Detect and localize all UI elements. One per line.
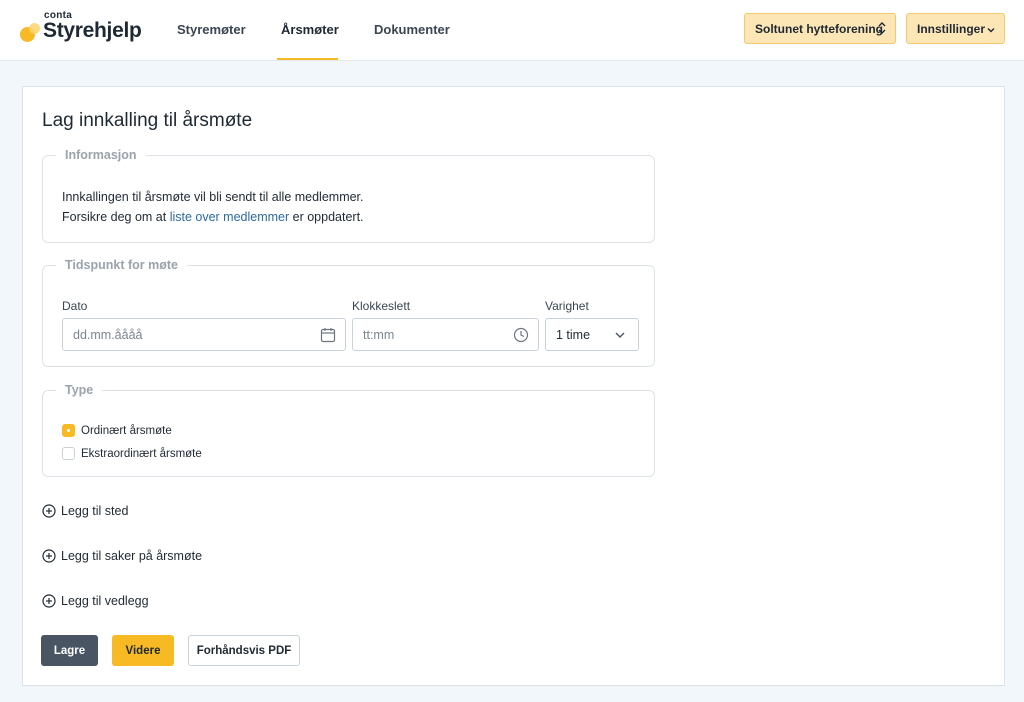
- plus-circle-icon: [42, 594, 56, 608]
- duration-select[interactable]: 1 time: [545, 318, 639, 351]
- add-place-label: Legg til sted: [61, 504, 129, 518]
- info-line-2-suffix: er oppdatert.: [289, 210, 364, 224]
- info-section: Informasjon Innkallingen til årsmøte vil…: [42, 148, 655, 243]
- page-title: Lag innkalling til årsmøte: [42, 110, 253, 131]
- type-section: Type Ordinært årsmøte Ekstraordinært års…: [42, 383, 655, 477]
- save-button[interactable]: Lagre: [41, 635, 98, 666]
- type-option-extraordinary[interactable]: Ekstraordinært årsmøte: [62, 447, 202, 460]
- logo-name: Styrehjelp: [43, 19, 142, 42]
- radio-checked-icon[interactable]: [62, 424, 75, 437]
- member-list-link[interactable]: liste over medlemmer: [170, 210, 289, 224]
- active-nav-indicator: [277, 58, 338, 60]
- date-placeholder: dd.mm.åååå: [73, 327, 143, 342]
- type-option-ordinary[interactable]: Ordinært årsmøte: [62, 424, 172, 437]
- time-label: Klokkeslett: [352, 299, 411, 313]
- date-input[interactable]: dd.mm.åååå: [62, 318, 346, 351]
- organization-select-label: Soltunet hytteforening: [755, 21, 883, 36]
- plus-circle-icon: [42, 549, 56, 563]
- type-option-label: Ordinært årsmøte: [81, 424, 172, 437]
- add-attachments-label: Legg til vedlegg: [61, 594, 149, 608]
- add-attachments-link[interactable]: Legg til vedlegg: [42, 594, 149, 608]
- type-legend: Type: [65, 383, 94, 397]
- duration-label: Varighet: [545, 299, 589, 313]
- next-button[interactable]: Videre: [112, 635, 174, 666]
- radio-unchecked-icon[interactable]: [62, 447, 75, 460]
- duration-value: 1 time: [556, 327, 591, 342]
- add-place-link[interactable]: Legg til sted: [42, 504, 128, 518]
- preview-pdf-button[interactable]: Forhåndsvis PDF: [188, 635, 300, 666]
- info-line-1: Innkallingen til årsmøte vil bli sendt t…: [62, 190, 364, 204]
- time-placeholder: tt:mm: [363, 327, 395, 342]
- logo[interactable]: conta Styrehjelp: [20, 10, 145, 50]
- calendar-icon[interactable]: [320, 327, 336, 343]
- nav-arsmoter[interactable]: Årsmøter: [281, 22, 339, 37]
- time-section: Tidspunkt for møte Dato dd.mm.åååå Klokk…: [42, 258, 655, 367]
- nav-dokumenter[interactable]: Dokumenter: [374, 22, 450, 37]
- info-legend: Informasjon: [65, 148, 137, 162]
- chevron-down-icon: [613, 328, 629, 344]
- logo-mark-icon: [20, 23, 44, 43]
- info-line-2: Forsikre deg om at liste over medlemmer …: [62, 210, 364, 224]
- settings-button-label: Innstillinger: [917, 21, 986, 36]
- time-legend: Tidspunkt for møte: [65, 258, 178, 272]
- main-card: Lag innkalling til årsmøte Informasjon I…: [22, 86, 1005, 686]
- nav-styremoter[interactable]: Styremøter: [177, 22, 246, 37]
- updown-chevron-icon: [878, 21, 886, 38]
- chevron-down-icon: [987, 23, 995, 33]
- top-bar: conta Styrehjelp Styremøter Årsmøter Dok…: [0, 0, 1024, 61]
- settings-button[interactable]: Innstillinger: [906, 13, 1005, 44]
- type-option-label: Ekstraordinært årsmøte: [81, 447, 202, 460]
- clock-icon[interactable]: [513, 327, 529, 343]
- plus-circle-icon: [42, 504, 56, 518]
- time-input[interactable]: tt:mm: [352, 318, 539, 351]
- organization-select[interactable]: Soltunet hytteforening: [744, 13, 896, 44]
- add-cases-link[interactable]: Legg til saker på årsmøte: [42, 549, 202, 563]
- date-label: Dato: [62, 299, 88, 313]
- add-cases-label: Legg til saker på årsmøte: [61, 549, 203, 563]
- info-line-2-prefix: Forsikre deg om at: [62, 210, 170, 224]
